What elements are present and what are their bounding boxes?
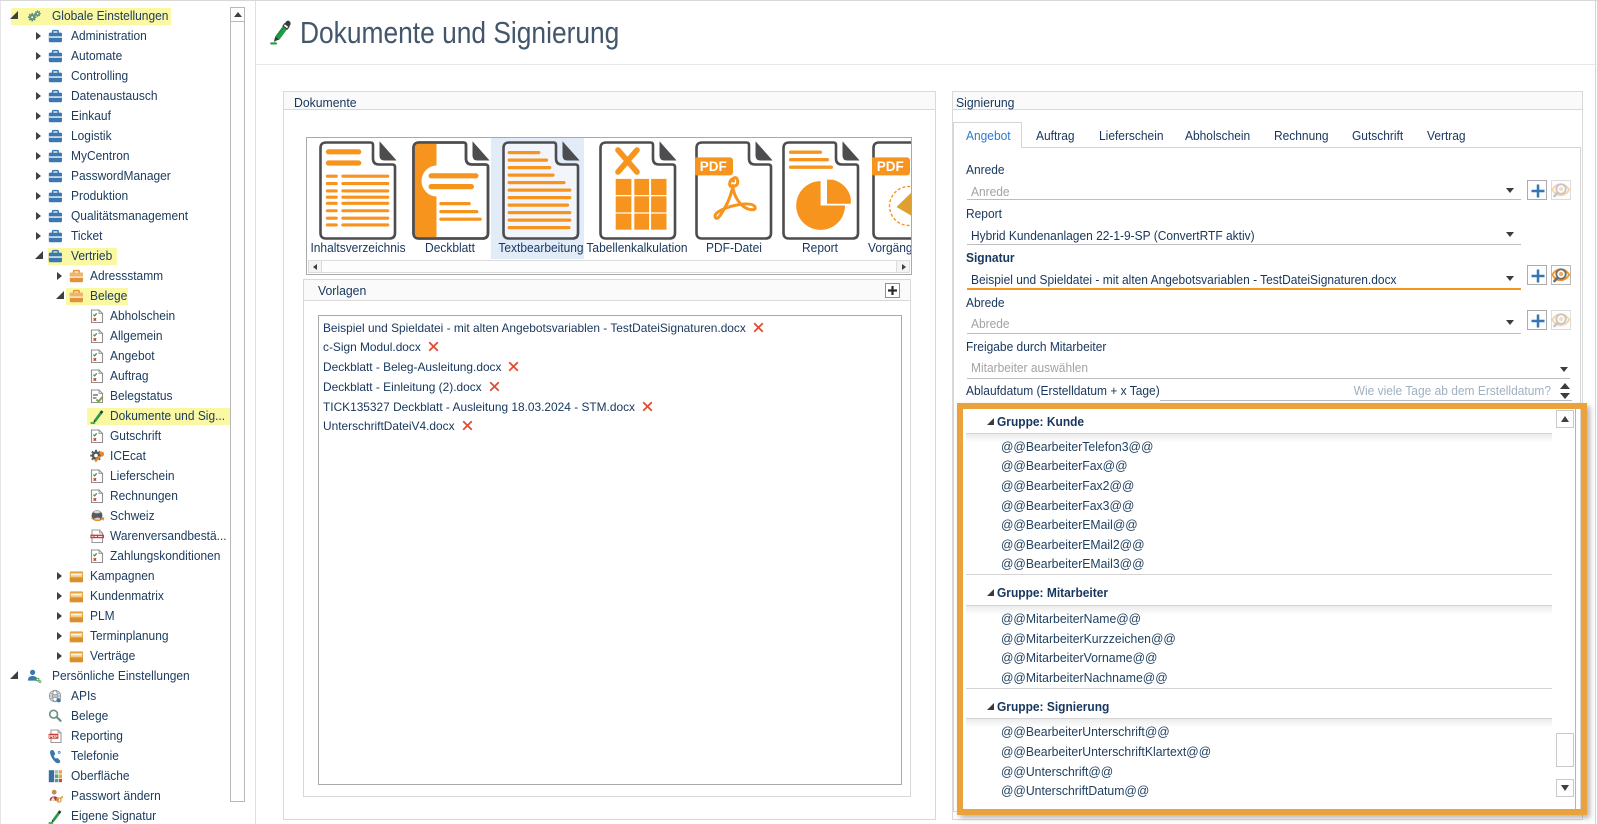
svg-text:PDF: PDF — [49, 733, 58, 738]
svg-text:PDF: PDF — [700, 159, 727, 174]
svg-text:PDF: PDF — [877, 159, 904, 174]
